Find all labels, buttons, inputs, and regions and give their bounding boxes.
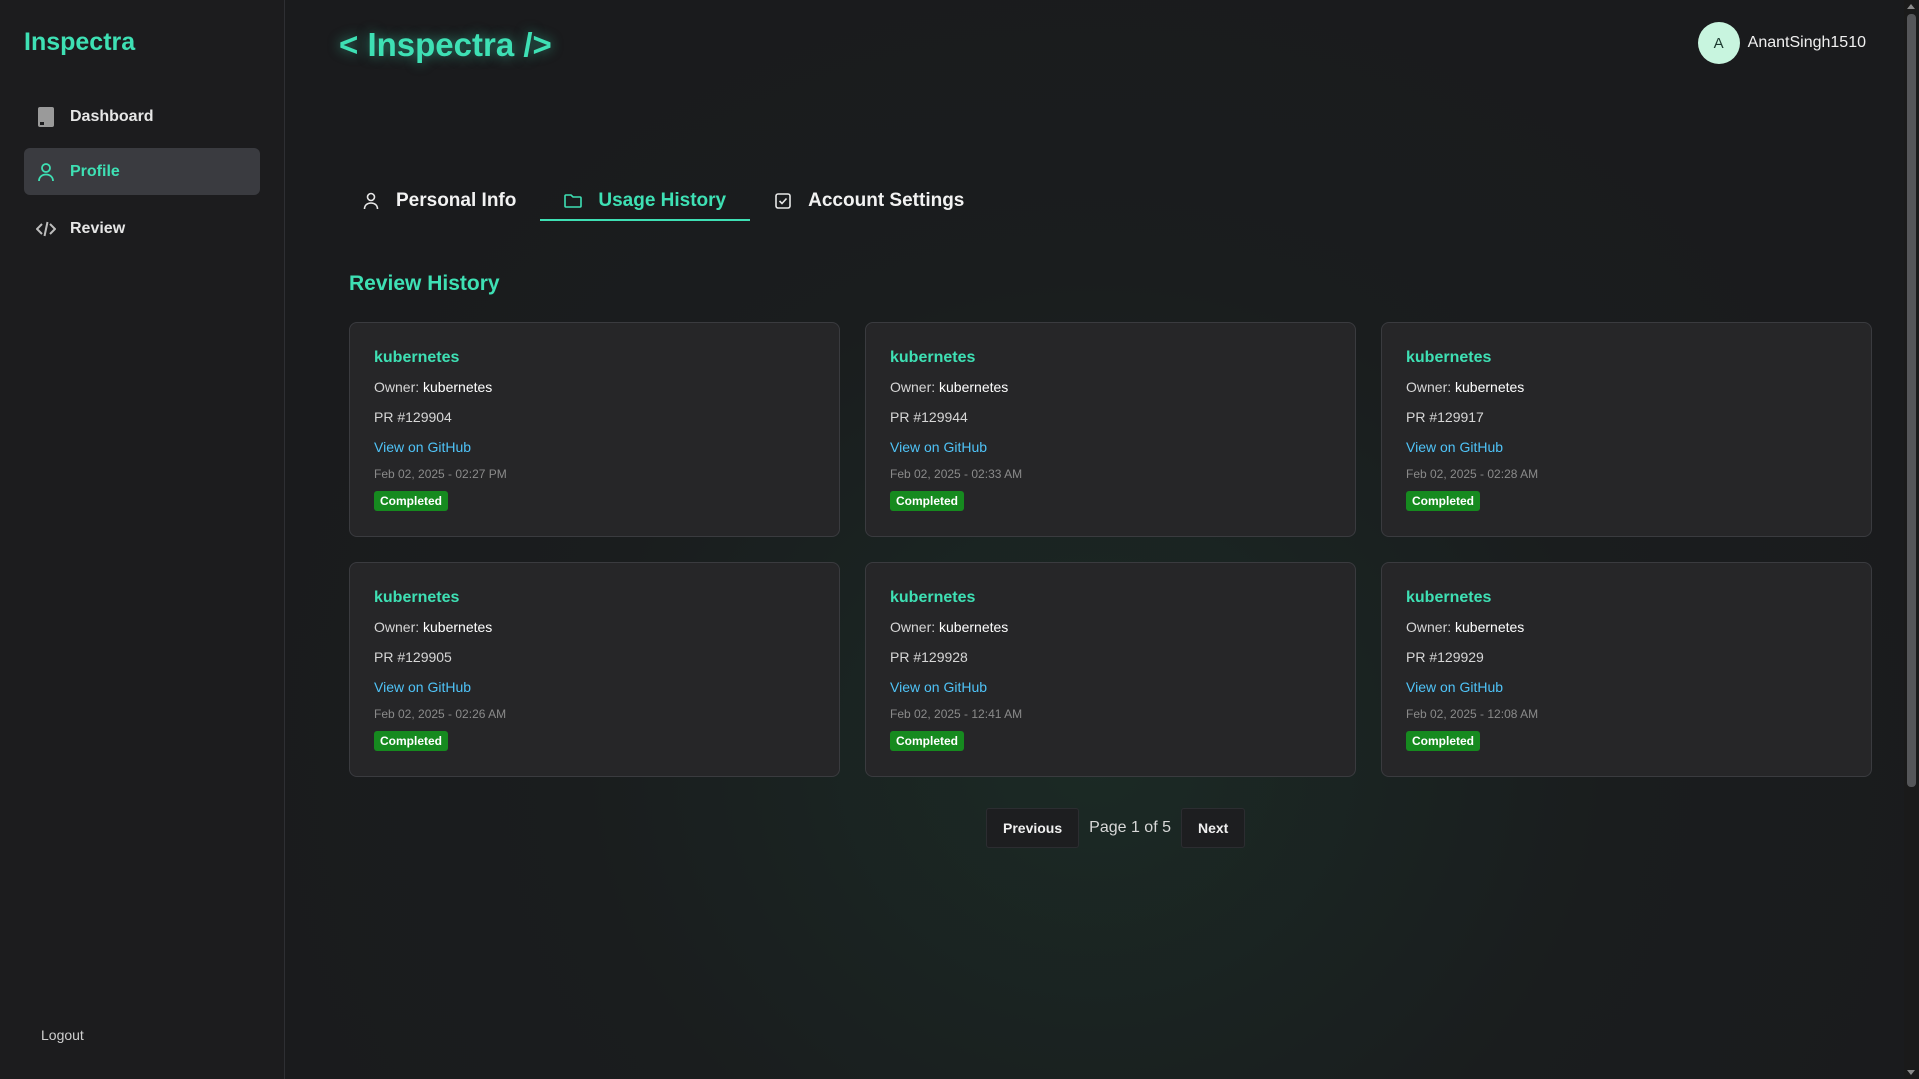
- review-date: Feb 02, 2025 - 02:26 AM: [374, 707, 507, 721]
- review-card: kubernetes Owner: kubernetes PR #129928 …: [865, 562, 1356, 777]
- vertical-scrollbar[interactable]: [1904, 0, 1919, 1079]
- repo-name[interactable]: kubernetes: [374, 589, 815, 607]
- owner-value: kubernetes: [423, 379, 493, 395]
- owner-label: Owner:: [1406, 379, 1452, 395]
- sidebar-item-review[interactable]: Review: [24, 205, 260, 252]
- repo-name[interactable]: kubernetes: [1406, 349, 1847, 367]
- pr-number: PR #129904: [374, 409, 452, 425]
- section-title: Review History: [349, 272, 500, 295]
- review-card: kubernetes Owner: kubernetes PR #129944 …: [865, 322, 1356, 537]
- review-date: Feb 02, 2025 - 02:27 PM: [374, 467, 507, 481]
- sidebar-item-label: Profile: [70, 162, 120, 180]
- owner-value: kubernetes: [1455, 379, 1525, 395]
- view-on-github-link[interactable]: View on GitHub: [890, 439, 1331, 455]
- pr-number: PR #129928: [890, 649, 968, 665]
- view-on-github-link[interactable]: View on GitHub: [890, 679, 1331, 695]
- review-card: kubernetes Owner: kubernetes PR #129905 …: [349, 562, 840, 777]
- sidebar-item-profile[interactable]: Profile: [24, 148, 260, 195]
- username: AnantSingh1510: [1747, 34, 1866, 51]
- sidebar: Inspectra Dashboard Profile Review Logou…: [0, 0, 285, 1079]
- status-badge: Completed: [1406, 491, 1481, 511]
- pagination: Previous Page 1 of 5 Next: [986, 808, 1246, 848]
- tab-personal-info[interactable]: Personal Info: [338, 183, 540, 221]
- review-card: kubernetes Owner: kubernetes PR #129917 …: [1381, 322, 1872, 537]
- repo-name[interactable]: kubernetes: [1406, 589, 1847, 607]
- owner-line: Owner: kubernetes: [374, 619, 815, 635]
- scroll-up-arrow-icon[interactable]: [1907, 4, 1915, 9]
- code-icon: [36, 219, 56, 239]
- tab-label: Account Settings: [808, 190, 965, 211]
- tab-label: Personal Info: [396, 190, 517, 211]
- status-badge: Completed: [374, 491, 449, 511]
- checkbox-icon: [774, 192, 792, 210]
- status-badge: Completed: [374, 731, 449, 751]
- scroll-thumb[interactable]: [1907, 14, 1916, 787]
- owner-line: Owner: kubernetes: [374, 379, 815, 395]
- review-card: kubernetes Owner: kubernetes PR #129904 …: [349, 322, 840, 537]
- view-on-github-link[interactable]: View on GitHub: [374, 679, 815, 695]
- brand-title: Inspectra: [24, 28, 136, 56]
- owner-label: Owner:: [1406, 619, 1452, 635]
- review-date: Feb 02, 2025 - 02:33 AM: [890, 467, 1023, 481]
- review-history-grid: kubernetes Owner: kubernetes PR #129904 …: [349, 322, 1872, 777]
- logout-button[interactable]: Logout: [41, 1027, 84, 1043]
- user-menu[interactable]: A AnantSingh1510: [1697, 22, 1866, 64]
- tab-usage-history[interactable]: Usage History: [540, 183, 751, 221]
- previous-page-button[interactable]: Previous: [986, 808, 1080, 848]
- sidebar-item-dashboard[interactable]: Dashboard: [24, 93, 260, 140]
- owner-line: Owner: kubernetes: [890, 379, 1331, 395]
- document-icon: [36, 106, 56, 127]
- owner-line: Owner: kubernetes: [890, 619, 1331, 635]
- folder-icon: [564, 192, 583, 210]
- app-logo: < Inspectra />: [339, 26, 552, 63]
- user-icon: [36, 162, 56, 182]
- owner-label: Owner:: [890, 379, 936, 395]
- owner-label: Owner:: [374, 379, 420, 395]
- owner-label: Owner:: [374, 619, 420, 635]
- owner-line: Owner: kubernetes: [1406, 379, 1847, 395]
- sidebar-item-label: Review: [70, 219, 126, 237]
- review-date: Feb 02, 2025 - 12:41 AM: [890, 707, 1023, 721]
- main-content: < Inspectra /> A AnantSingh1510 Personal…: [286, 0, 1904, 1079]
- repo-name[interactable]: kubernetes: [890, 349, 1331, 367]
- sidebar-item-label: Dashboard: [70, 107, 154, 125]
- profile-tabs: Personal Info Usage History Account Sett…: [338, 183, 988, 221]
- status-badge: Completed: [1406, 731, 1481, 751]
- repo-name[interactable]: kubernetes: [890, 589, 1331, 607]
- view-on-github-link[interactable]: View on GitHub: [374, 439, 815, 455]
- next-page-button[interactable]: Next: [1180, 808, 1246, 848]
- avatar[interactable]: A: [1697, 22, 1740, 64]
- owner-label: Owner:: [890, 619, 936, 635]
- view-on-github-link[interactable]: View on GitHub: [1406, 439, 1847, 455]
- tab-account-settings[interactable]: Account Settings: [750, 183, 988, 221]
- view-on-github-link[interactable]: View on GitHub: [1406, 679, 1847, 695]
- review-card: kubernetes Owner: kubernetes PR #129929 …: [1381, 562, 1872, 777]
- pr-number: PR #129917: [1406, 409, 1484, 425]
- owner-line: Owner: kubernetes: [1406, 619, 1847, 635]
- status-badge: Completed: [890, 491, 965, 511]
- tab-label: Usage History: [598, 190, 727, 211]
- pr-number: PR #129905: [374, 649, 452, 665]
- owner-value: kubernetes: [423, 619, 493, 635]
- scroll-down-arrow-icon[interactable]: [1907, 1070, 1915, 1075]
- review-date: Feb 02, 2025 - 02:28 AM: [1406, 467, 1539, 481]
- pr-number: PR #129944: [890, 409, 968, 425]
- status-badge: Completed: [890, 731, 965, 751]
- user-icon: [362, 192, 380, 210]
- owner-value: kubernetes: [1455, 619, 1525, 635]
- page-indicator: Page 1 of 5: [1089, 819, 1171, 836]
- owner-value: kubernetes: [939, 379, 1009, 395]
- pr-number: PR #129929: [1406, 649, 1484, 665]
- repo-name[interactable]: kubernetes: [374, 349, 815, 367]
- review-date: Feb 02, 2025 - 12:08 AM: [1406, 707, 1539, 721]
- owner-value: kubernetes: [939, 619, 1009, 635]
